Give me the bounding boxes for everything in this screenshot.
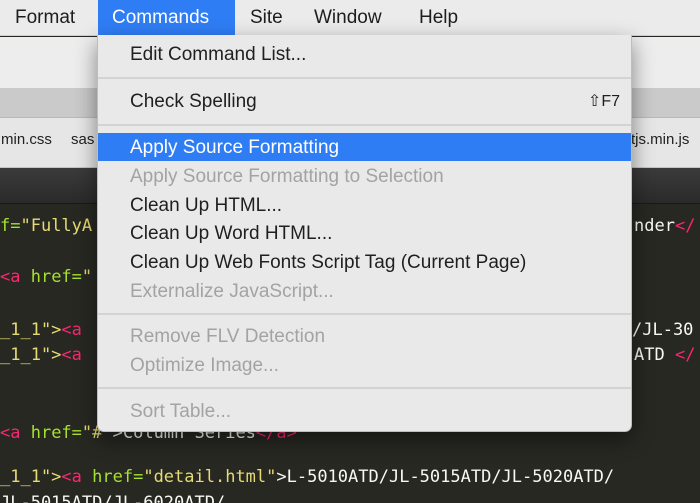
code-token: f= (0, 216, 21, 236)
code-token: </ (674, 216, 696, 236)
code-line: ATD </ (634, 345, 695, 365)
code-line: JL-5015ATD/JL-6020ATD/ (0, 493, 225, 503)
code-line: _1_1"><a (0, 345, 82, 365)
code-token: "detail.html" (143, 467, 277, 487)
menu-item-externalize-javascript[interactable]: Externalize JavaScript... (98, 277, 631, 306)
menu-item-check-spelling[interactable]: Check Spelling ⇧F7 (98, 87, 631, 116)
menu-item-sort-table[interactable]: Sort Table... (98, 397, 631, 426)
menu-format[interactable]: Format (1, 0, 89, 36)
code-token: _1_1"> (0, 320, 62, 340)
code-token: >L-5010ATD/JL-5015ATD/JL-5020ATD/ (276, 467, 615, 487)
menu-item-apply-source-formatting[interactable]: Apply Source Formatting (98, 133, 631, 161)
menu-item-edit-command-list[interactable]: Edit Command List... (98, 40, 631, 69)
menu-separator (98, 77, 631, 79)
code-token: href= (30, 423, 82, 443)
code-token: " (81, 267, 93, 287)
code-line: /JL-30 (632, 320, 693, 340)
related-file-tab[interactable]: sas (71, 131, 94, 148)
code-token: JL-5015ATD/JL-6020ATD/ (0, 493, 226, 503)
code-line: _1_1"><a href="detail.html">L-5010ATD/JL… (0, 467, 614, 487)
code-line: _1_1"><a (0, 320, 82, 340)
code-token: <a (0, 267, 31, 287)
code-token: ATD (634, 345, 675, 365)
related-file-tab[interactable]: min.css (1, 131, 52, 148)
menu-item-clean-up-web-fonts[interactable]: Clean Up Web Fonts Script Tag (Current P… (98, 248, 631, 277)
code-token: href= (92, 467, 144, 487)
code-token: <a (61, 467, 93, 487)
menu-item-label: Check Spelling (130, 91, 257, 112)
menu-item-apply-source-formatting-to-selection[interactable]: Apply Source Formatting to Selection (98, 162, 631, 191)
menu-separator (98, 313, 631, 315)
code-token: /JL-30 (632, 320, 694, 340)
code-token: "FullyA (20, 216, 93, 236)
menu-site[interactable]: Site (236, 0, 297, 36)
code-token: _1_1"> (0, 345, 62, 365)
code-token: <a (61, 345, 82, 365)
code-line: <a href=" (0, 267, 92, 287)
keyboard-shortcut: ⇧F7 (587, 93, 620, 110)
code-token: nder (634, 216, 675, 236)
menu-item-remove-flv-detection[interactable]: Remove FLV Detection (98, 322, 631, 351)
menu-item-optimize-image[interactable]: Optimize Image... (98, 351, 631, 380)
menu-bar: Format Commands Site Window Help (0, 0, 700, 36)
code-token: </ (674, 345, 696, 365)
menu-item-clean-up-html[interactable]: Clean Up HTML... (98, 191, 631, 220)
code-token: href= (30, 267, 82, 287)
menu-window[interactable]: Window (300, 0, 396, 36)
menu-commands[interactable]: Commands (98, 0, 235, 36)
code-token: _1_1"> (0, 467, 62, 487)
code-line: f="FullyA (0, 216, 92, 236)
code-token: <a (61, 320, 82, 340)
menu-help[interactable]: Help (405, 0, 472, 36)
commands-dropdown-menu: Edit Command List... Check Spelling ⇧F7 … (97, 35, 632, 432)
code-line: nder</ (634, 216, 695, 236)
related-file-tab[interactable]: tjs.min.js (631, 131, 689, 148)
menu-separator (98, 124, 631, 126)
menu-item-clean-up-word-html[interactable]: Clean Up Word HTML... (98, 219, 631, 248)
menu-separator (98, 387, 631, 389)
code-token: <a (0, 423, 31, 443)
